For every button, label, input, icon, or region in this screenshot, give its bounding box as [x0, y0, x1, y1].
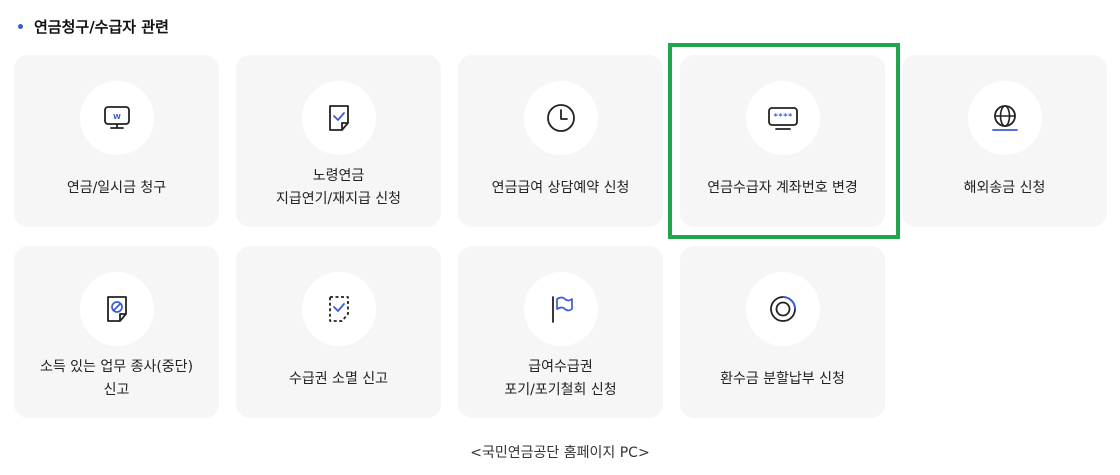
card-label: 환수금 분할납부 신청 [720, 370, 845, 387]
card-overseas-remittance[interactable]: 해외송금 신청 [902, 55, 1107, 227]
card-deferral-request[interactable]: 노령연금 지급연기/재지급 신청 [236, 55, 441, 227]
card-consultation-booking[interactable]: 연금급여 상담예약 신청 [458, 55, 663, 227]
card-account-change[interactable]: **** 연금수급자 계좌번호 변경 [680, 55, 885, 227]
card-pension-claim[interactable]: W 연금/일시금 청구 [14, 55, 219, 227]
pie-ring-icon [769, 296, 796, 322]
card-benefit-waiver[interactable]: 급여수급권 포기/포기철회 신청 [458, 246, 663, 418]
dashed-document-check-icon [328, 296, 349, 322]
monitor-won-icon: W [103, 106, 130, 129]
globe-icon [991, 105, 1018, 131]
flag-icon [551, 296, 573, 323]
section-title: 연금청구/수급자 관련 [14, 14, 169, 38]
icon-circle: **** [745, 81, 820, 155]
document-block-icon [106, 296, 127, 322]
card-entitlement-termination[interactable]: 수급권 소멸 신고 [236, 246, 441, 418]
icon-circle [523, 272, 598, 346]
card-label: 연금수급자 계좌번호 변경 [707, 179, 858, 196]
page-caption: <국민연금공단 홈페이지 PC> [470, 445, 650, 461]
icon-circle [523, 81, 598, 155]
section-title-text: 연금청구/수급자 관련 [34, 17, 169, 36]
svg-text:W: W [113, 113, 121, 121]
document-check-icon [328, 105, 349, 131]
icon-circle [79, 272, 154, 346]
card-installment-payment[interactable]: 환수금 분할납부 신청 [680, 246, 885, 418]
icon-circle [301, 81, 376, 155]
icon-circle [967, 81, 1042, 155]
card-label: 소득 있는 업무 종사(중단) 신고 [39, 359, 194, 398]
monitor-password-icon: **** [767, 107, 798, 130]
card-label: 노령연금 지급연기/재지급 신청 [275, 168, 402, 207]
icon-circle [301, 272, 376, 346]
bullet-dot [18, 23, 23, 29]
card-label: 연금급여 상담예약 신청 [491, 179, 630, 196]
card-label: 해외송금 신청 [963, 179, 1046, 196]
svg-text:****: **** [773, 112, 792, 121]
icon-circle: W [79, 81, 154, 155]
icon-circle [745, 272, 820, 346]
card-label: 연금/일시금 청구 [66, 179, 167, 196]
card-label: 급여수급권 포기/포기철회 신청 [504, 359, 617, 398]
card-label: 수급권 소멸 신고 [288, 370, 389, 387]
card-income-report[interactable]: 소득 있는 업무 종사(중단) 신고 [14, 246, 219, 418]
clock-icon [546, 104, 575, 132]
